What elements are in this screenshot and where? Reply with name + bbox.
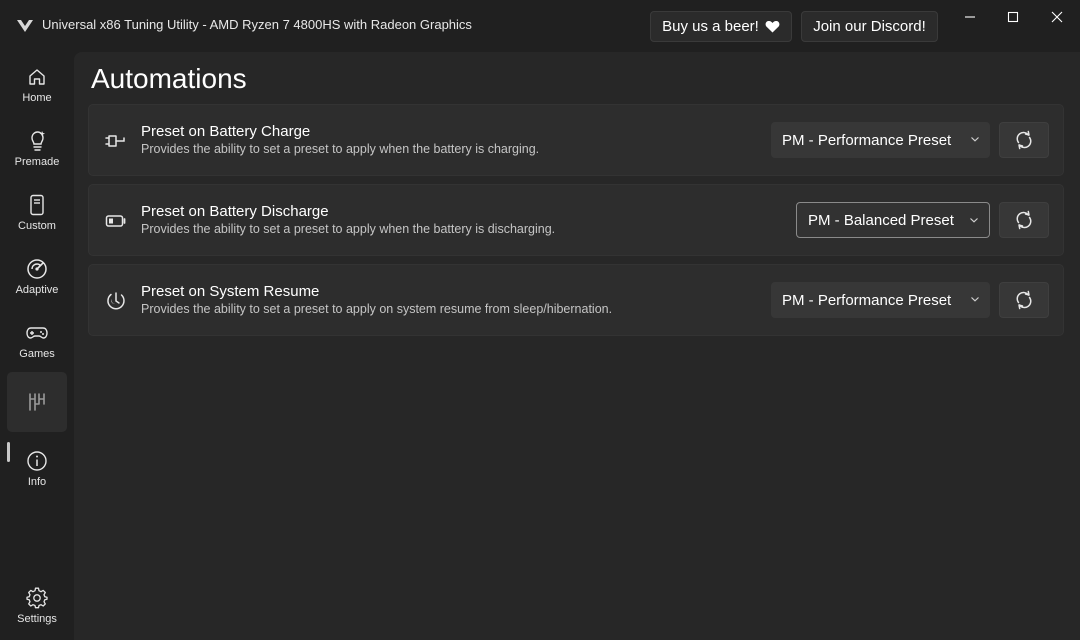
plug-icon [105, 130, 127, 152]
resume-icon [105, 290, 127, 312]
adaptive-icon [26, 258, 48, 280]
minimize-icon [965, 16, 975, 18]
gear-icon [26, 587, 48, 609]
preset-select-value: PM - Performance Preset [782, 291, 952, 309]
automation-card-battery-discharge: Preset on Battery Discharge Provides the… [88, 184, 1064, 256]
refresh-icon [1016, 210, 1032, 230]
title-bar: Universal x86 Tuning Utility - AMD Ryzen… [0, 0, 1080, 52]
automation-card-system-resume: Preset on System Resume Provides the abi… [88, 264, 1064, 336]
join-discord-button[interactable]: Join our Discord! [801, 11, 938, 42]
refresh-icon [1016, 290, 1032, 310]
main-content: Automations Preset on Battery Charge Pro… [74, 52, 1080, 640]
uxtu-logo-icon [17, 20, 33, 32]
card-description: Provides the ability to set a preset to … [141, 302, 613, 316]
automation-card-battery-charge: Preset on Battery Charge Provides the ab… [88, 104, 1064, 176]
preset-select-value: PM - Balanced Preset [808, 211, 954, 229]
apply-preset-button[interactable] [999, 122, 1049, 158]
sidebar-item-adaptive[interactable]: Adaptive [7, 248, 67, 308]
sidebar-item-label: Info [27, 476, 47, 488]
sidebar-nav: Home Premade Custom Adaptive Games Info [0, 52, 74, 640]
preset-select[interactable]: PM - Performance Preset [771, 122, 990, 158]
sidebar-item-label: Premade [14, 156, 60, 168]
sidebar-item-home[interactable]: Home [7, 56, 67, 116]
apply-preset-button[interactable] [999, 282, 1049, 318]
sidebar-item-games[interactable]: Games [7, 312, 67, 372]
card-title: Preset on Battery Charge [141, 123, 311, 140]
sidebar-item-automations[interactable] [7, 372, 67, 432]
apply-preset-button[interactable] [999, 202, 1049, 238]
close-button[interactable] [1034, 0, 1080, 34]
chevron-down-icon [971, 297, 979, 302]
battery-icon [105, 210, 127, 232]
automations-icon [26, 391, 48, 413]
sidebar-item-premade[interactable]: Premade [7, 120, 67, 180]
heart-icon [765, 20, 780, 33]
maximize-icon [1007, 11, 1019, 23]
preset-select[interactable]: PM - Performance Preset [771, 282, 990, 318]
sidebar-item-label: Settings [17, 613, 57, 625]
info-icon [26, 450, 48, 472]
card-title: Preset on Battery Discharge [141, 203, 329, 220]
preset-select[interactable]: PM - Balanced Preset [796, 202, 990, 238]
refresh-icon [1016, 130, 1032, 150]
chevron-down-icon [971, 137, 979, 142]
gamepad-icon [26, 322, 48, 344]
close-icon [1051, 11, 1063, 23]
card-description: Provides the ability to set a preset to … [141, 222, 556, 236]
chevron-down-icon [970, 218, 978, 223]
card-description: Provides the ability to set a preset to … [141, 142, 540, 156]
page-title: Automations [91, 63, 247, 94]
card-title: Preset on System Resume [141, 283, 320, 300]
sidebar-item-custom[interactable]: Custom [7, 184, 67, 244]
sidebar-item-settings[interactable]: Settings [7, 577, 67, 637]
sidebar-item-label: Adaptive [15, 284, 59, 296]
sidebar-item-label: Custom [18, 220, 56, 232]
sidebar-item-label: Games [19, 348, 55, 360]
minimize-button[interactable] [947, 0, 993, 34]
preset-select-value: PM - Performance Preset [782, 131, 952, 149]
buy-beer-label: Buy us a beer! [662, 18, 759, 35]
sidebar-item-label: Home [22, 92, 52, 104]
sidebar-item-info[interactable]: Info [7, 440, 67, 500]
home-icon [26, 66, 48, 88]
window-title: Universal x86 Tuning Utility - AMD Ryzen… [42, 17, 472, 32]
custom-icon [26, 194, 48, 216]
join-discord-label: Join our Discord! [813, 18, 926, 35]
premade-icon [26, 130, 48, 152]
buy-beer-button[interactable]: Buy us a beer! [650, 11, 792, 42]
maximize-button[interactable] [990, 0, 1036, 34]
